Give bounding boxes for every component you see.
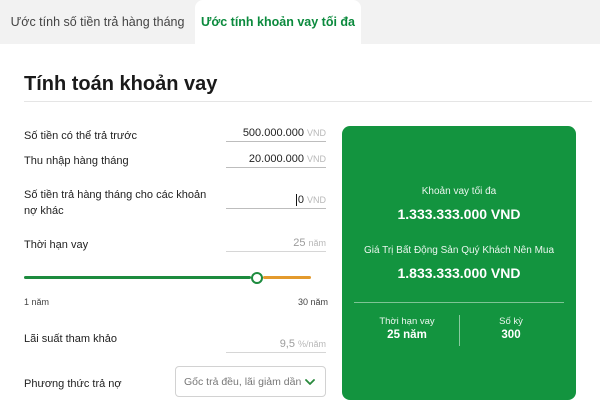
title-divider — [24, 101, 592, 102]
chevron-down-icon — [305, 379, 315, 385]
other-debt-label: Số tiền trả hàng tháng cho các khoản nợ … — [24, 189, 207, 217]
savings-unit: VND — [306, 127, 326, 138]
result-panel: Khoản vay tối đa 1.333.333.000 VND Giá T… — [342, 126, 576, 400]
slider-min-label: 1 năm — [24, 297, 50, 307]
result-vertical-divider — [459, 315, 460, 346]
max-loan-label: Khoản vay tối đa — [421, 186, 497, 197]
result-term: Thời hạn vay 25 năm — [357, 316, 457, 341]
rate-value: 9,5 — [279, 337, 295, 350]
other-debt-input[interactable]: 0 VND — [226, 191, 326, 209]
property-value-label: Giá Trị Bất Động Sản Quý Khách Nên Mua — [363, 245, 555, 256]
method-select[interactable]: Gốc trả đều, lãi giảm dần — [175, 366, 326, 397]
rate-input[interactable]: 9,5 %/năm — [226, 335, 326, 353]
rate-label: Lãi suất tham khảo — [24, 333, 117, 345]
loan-calculator-card: Tính toán khoản vay Số tiền có thể trả t… — [0, 44, 600, 412]
slider-max-label: 30 năm — [298, 297, 329, 307]
rate-unit: %/năm — [297, 338, 326, 349]
term-value: 25 — [293, 236, 306, 249]
term-label: Thời hạn vay — [24, 239, 89, 251]
savings-value: 500.000.000 — [242, 126, 304, 139]
method-label: Phương thức trả nợ — [24, 378, 122, 390]
slider-thumb[interactable] — [251, 272, 263, 284]
tab-max-loan[interactable]: Ước tính khoản vay tối đa — [195, 0, 361, 44]
slider-track-remaining — [263, 276, 311, 279]
property-value: 1.833.333.000 VND — [397, 265, 521, 281]
other-debt-value: 0 — [297, 193, 304, 206]
term-slider[interactable] — [24, 272, 311, 284]
max-loan-value: 1.333.333.000 VND — [397, 206, 521, 222]
other-debt-unit: VND — [306, 194, 326, 205]
income-value: 20.000.000 — [248, 152, 304, 165]
income-unit: VND — [306, 153, 326, 164]
result-divider — [354, 302, 564, 303]
tab-bar: Ước tính số tiền trả hàng tháng Ước tính… — [0, 0, 600, 44]
income-label: Thu nhập hàng tháng — [24, 155, 129, 167]
result-periods-label: Số kỳ — [499, 316, 523, 327]
result-periods: Số kỳ 300 — [461, 316, 561, 341]
method-selected-value: Gốc trả đều, lãi giảm dần — [184, 375, 302, 388]
income-input[interactable]: 20.000.000 VND — [226, 150, 326, 168]
savings-label: Số tiền có thể trả trước — [24, 130, 138, 142]
result-term-label: Thời hạn vay — [379, 316, 435, 327]
text-cursor — [295, 193, 297, 206]
slider-track-filled — [24, 276, 251, 279]
page-title: Tính toán khoản vay — [24, 73, 218, 95]
result-term-value: 25 năm — [387, 329, 427, 341]
savings-input[interactable]: 500.000.000 VND — [226, 124, 326, 142]
tab-monthly-payment[interactable]: Ước tính số tiền trả hàng tháng — [0, 0, 195, 44]
term-unit: năm — [308, 237, 326, 248]
result-periods-value: 300 — [501, 329, 521, 341]
term-input[interactable]: 25 năm — [226, 234, 326, 252]
